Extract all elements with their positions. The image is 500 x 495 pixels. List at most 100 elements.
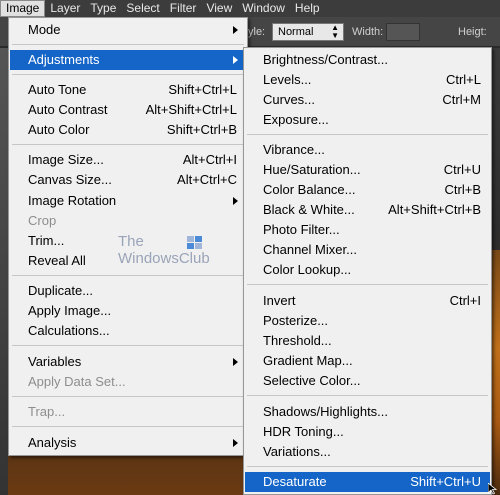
separator xyxy=(247,466,488,467)
shortcut-label: Ctrl+I xyxy=(449,293,481,308)
menu-window[interactable]: Window xyxy=(237,0,290,17)
menu-item-label: Apply Data Set... xyxy=(28,374,126,389)
menu-item-black-white[interactable]: Black & White... Alt+Shift+Ctrl+B xyxy=(245,200,490,220)
shortcut-label: Alt+Shift+Ctrl+B xyxy=(388,202,481,217)
menu-image[interactable]: Image xyxy=(0,0,46,17)
submenu-arrow-icon xyxy=(233,358,238,366)
menu-item-label: Image Rotation xyxy=(28,193,117,208)
menu-item-desaturate[interactable]: Desaturate Shift+Ctrl+U xyxy=(245,472,490,492)
submenu-arrow-icon xyxy=(233,439,238,447)
menu-item-label: Image Size... xyxy=(28,152,104,167)
menu-item-label: Auto Color xyxy=(28,122,90,137)
menu-item-selective-color[interactable]: Selective Color... xyxy=(245,371,490,391)
menu-type[interactable]: Type xyxy=(85,0,121,17)
menu-item-label: HDR Toning... xyxy=(263,424,344,439)
menu-item-label: Trap... xyxy=(28,404,66,419)
shortcut-label: Ctrl+M xyxy=(442,92,481,107)
menu-item-image-rotation[interactable]: Image Rotation xyxy=(10,191,246,211)
menu-item-auto-tone[interactable]: Auto Tone Shift+Ctrl+L xyxy=(10,80,246,100)
menu-item-color-lookup[interactable]: Color Lookup... xyxy=(245,260,490,280)
menu-item-variables[interactable]: Variables xyxy=(10,352,246,372)
menu-item-brightness-contrast[interactable]: Brightness/Contrast... xyxy=(245,50,490,70)
menu-item-label: Variations... xyxy=(263,444,331,459)
menu-item-vibrance[interactable]: Vibrance... xyxy=(245,140,490,160)
menu-item-gradient-map[interactable]: Gradient Map... xyxy=(245,351,490,371)
menu-item-photo-filter[interactable]: Photo Filter... xyxy=(245,220,490,240)
menu-item-auto-color[interactable]: Auto Color Shift+Ctrl+B xyxy=(10,120,246,140)
select-arrows-icon: ▲ ▼ xyxy=(331,23,339,40)
menu-item-analysis[interactable]: Analysis xyxy=(10,433,246,453)
shortcut-label: Ctrl+L xyxy=(445,72,481,87)
shortcut-label: Shift+Ctrl+U xyxy=(410,474,481,489)
shortcut-label: Alt+Ctrl+I xyxy=(182,152,237,167)
menu-item-label: Shadows/Highlights... xyxy=(263,404,389,419)
shortcut-label: Ctrl+U xyxy=(443,162,481,177)
menu-layer[interactable]: Layer xyxy=(45,0,85,17)
menu-item-levels[interactable]: Levels... Ctrl+L xyxy=(245,70,490,90)
menu-item-label: Auto Contrast xyxy=(28,102,108,117)
menu-item-label: Crop xyxy=(28,213,57,228)
menu-item-calculations[interactable]: Calculations... xyxy=(10,321,246,341)
shortcut-label: Shift+Ctrl+L xyxy=(168,82,237,97)
menu-item-mode[interactable]: Mode xyxy=(10,20,246,40)
menu-item-auto-contrast[interactable]: Auto Contrast Alt+Shift+Ctrl+L xyxy=(10,100,246,120)
style-select[interactable]: Normal ▲ ▼ xyxy=(272,23,344,41)
menu-item-crop: Crop xyxy=(10,211,246,231)
menu-item-invert[interactable]: Invert Ctrl+I xyxy=(245,291,490,311)
menu-item-posterize[interactable]: Posterize... xyxy=(245,311,490,331)
menu-item-label: Brightness/Contrast... xyxy=(263,52,388,67)
submenu-arrow-icon xyxy=(233,197,238,205)
menu-item-image-size[interactable]: Image Size... Alt+Ctrl+I xyxy=(10,150,246,170)
separator xyxy=(247,284,488,285)
menu-item-label: Photo Filter... xyxy=(263,222,340,237)
separator xyxy=(12,44,244,45)
menu-item-label: Variables xyxy=(28,354,82,369)
menu-item-channel-mixer[interactable]: Channel Mixer... xyxy=(245,240,490,260)
shortcut-label: Alt+Ctrl+C xyxy=(177,172,237,187)
watermark-logo-icon xyxy=(187,236,203,250)
menu-item-label: Posterize... xyxy=(263,313,329,328)
menu-item-threshold[interactable]: Threshold... xyxy=(245,331,490,351)
menu-select[interactable]: Select xyxy=(121,0,164,17)
menu-item-shadows-highlights[interactable]: Shadows/Highlights... xyxy=(245,402,490,422)
menu-item-label: Selective Color... xyxy=(263,373,361,388)
menu-item-label: Mode xyxy=(28,22,61,37)
menu-item-label: Levels... xyxy=(263,72,312,87)
separator xyxy=(12,275,244,276)
mouse-cursor-icon xyxy=(488,483,498,495)
menu-item-label: Reveal All xyxy=(28,253,86,268)
menu-item-adjustments[interactable]: Adjustments xyxy=(10,50,246,70)
menu-item-label: Calculations... xyxy=(28,323,110,338)
tools-panel-edge xyxy=(0,48,8,495)
separator xyxy=(247,395,488,396)
menu-item-label: Channel Mixer... xyxy=(263,242,357,257)
menu-bar: Image Layer Type Select Filter View Wind… xyxy=(0,0,500,17)
menu-item-label: Apply Image... xyxy=(28,303,112,318)
menu-item-curves[interactable]: Curves... Ctrl+M xyxy=(245,90,490,110)
menu-item-label: Duplicate... xyxy=(28,283,94,298)
menu-item-hue-saturation[interactable]: Hue/Saturation... Ctrl+U xyxy=(245,160,490,180)
width-input[interactable] xyxy=(386,23,420,41)
menu-item-color-balance[interactable]: Color Balance... Ctrl+B xyxy=(245,180,490,200)
menu-item-hdr-toning[interactable]: HDR Toning... xyxy=(245,422,490,442)
menu-item-label: Color Lookup... xyxy=(263,262,352,277)
menu-help[interactable]: Help xyxy=(290,0,325,17)
menu-item-variations[interactable]: Variations... xyxy=(245,442,490,462)
submenu-arrow-icon xyxy=(233,26,238,34)
menu-item-canvas-size[interactable]: Canvas Size... Alt+Ctrl+C xyxy=(10,170,246,190)
height-label: Heigt: xyxy=(458,26,487,38)
shortcut-label: Ctrl+B xyxy=(444,182,481,197)
menu-item-apply-image[interactable]: Apply Image... xyxy=(10,301,246,321)
separator xyxy=(12,426,244,427)
menu-item-label: Black & White... xyxy=(263,202,355,217)
menu-item-exposure[interactable]: Exposure... xyxy=(245,110,490,130)
menu-filter[interactable]: Filter xyxy=(165,0,202,17)
menu-item-apply-data-set: Apply Data Set... xyxy=(10,372,246,392)
menu-view[interactable]: View xyxy=(201,0,237,17)
menu-item-label: Vibrance... xyxy=(263,142,325,157)
menu-item-label: Curves... xyxy=(263,92,316,107)
menu-item-duplicate[interactable]: Duplicate... xyxy=(10,281,246,301)
separator xyxy=(12,396,244,397)
menu-item-trap: Trap... xyxy=(10,402,246,422)
menu-item-label: Desaturate xyxy=(263,474,327,489)
